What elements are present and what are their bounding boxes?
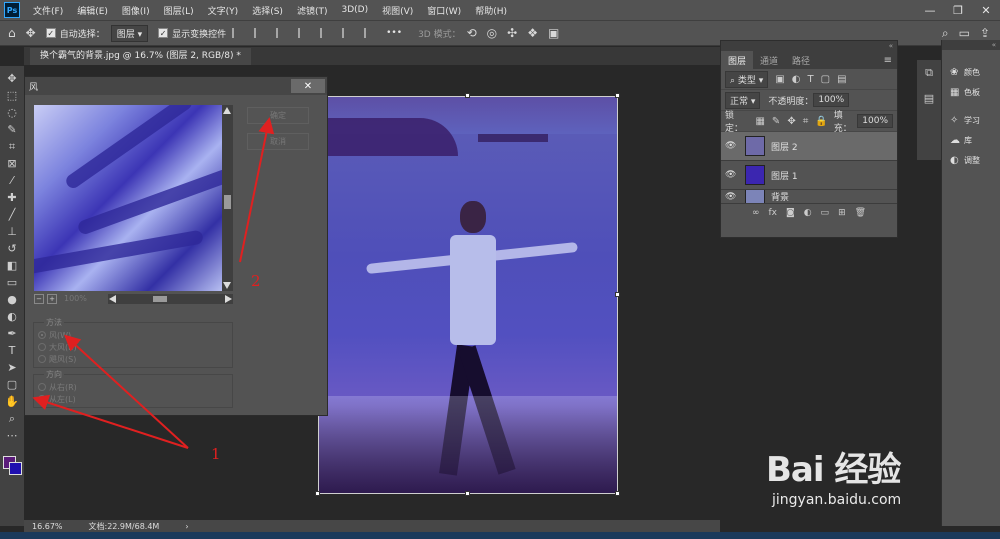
annotation-arrow-1a [64, 334, 189, 449]
annotation-arrow-2 [239, 117, 275, 263]
baidu-jingyan-watermark: Bai 经验 jingyan.baidu.com [756, 430, 956, 522]
watermark-url: jingyan.baidu.com [772, 492, 902, 508]
watermark-brand: Bai 经验 [766, 450, 901, 490]
annotation-label-2: 2 [251, 272, 261, 290]
annotation-arrow-1b [32, 394, 189, 449]
annotation-label-1: 1 [211, 445, 221, 463]
